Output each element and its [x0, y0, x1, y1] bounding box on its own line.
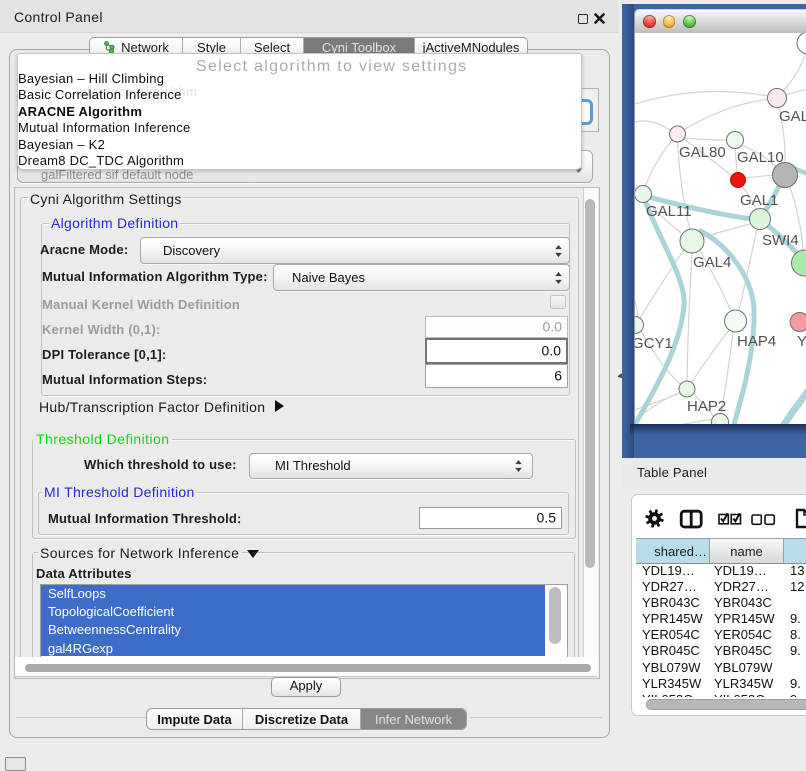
svg-text:GAL11: GAL11: [646, 203, 692, 220]
svg-text:HAP2: HAP2: [687, 398, 726, 415]
svg-text:Y: Y: [797, 333, 806, 350]
svg-text:GAL1: GAL1: [740, 192, 778, 209]
svg-text:GAL10: GAL10: [737, 149, 784, 166]
svg-text:HAP4: HAP4: [737, 333, 776, 350]
svg-text:GAL2: GAL2: [779, 108, 806, 125]
svg-text:SWI4: SWI4: [762, 232, 799, 249]
svg-text:GAL4: GAL4: [693, 254, 731, 271]
svg-text:GCY1: GCY1: [635, 335, 673, 352]
svg-text:GAL80: GAL80: [679, 144, 726, 161]
